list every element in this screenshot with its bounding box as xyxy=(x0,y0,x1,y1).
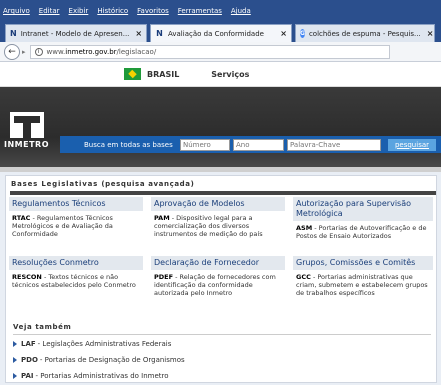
search-label: Busca em todas as bases xyxy=(84,140,173,149)
tab-label: Intranet - Modelo de Apresen... xyxy=(20,29,130,38)
tab-google[interactable]: G colchões de espuma - Pesquis... × xyxy=(295,24,435,42)
column-abbr: PDEF xyxy=(154,273,174,281)
column-head[interactable]: Regulamentos Técnicos xyxy=(9,197,143,211)
intranet-icon: N xyxy=(156,29,163,38)
link-desc: - Portarias Administrativas do Inmetro xyxy=(35,372,169,380)
url-prefix: www. xyxy=(46,47,66,56)
menu-historico[interactable]: Histórico xyxy=(97,7,128,15)
numero-input[interactable] xyxy=(180,138,230,151)
arrow-right-icon xyxy=(13,341,17,347)
brazil-flag-icon xyxy=(124,68,141,80)
back-arrow-icon: ← xyxy=(8,46,16,57)
column-desc: - Relação de fornecedores com identifica… xyxy=(154,273,276,297)
column-body[interactable]: ASM - Portarias de Autoverificação e de … xyxy=(293,221,433,243)
google-icon: G xyxy=(300,29,305,38)
site-header: INMETRO Busca em todas as bases pesquisa… xyxy=(0,87,441,172)
column-desc: - Portarias de Autoverificação e de Post… xyxy=(296,224,427,240)
tab-label: colchões de espuma - Pesquis... xyxy=(308,29,421,38)
link-abbr: PAI xyxy=(21,372,34,380)
column-body[interactable]: RTAC - Regulamentos Técnicos Metrológico… xyxy=(9,211,143,241)
menu-arquivo[interactable]: Arquivo xyxy=(3,7,30,15)
arrow-right-icon xyxy=(13,357,17,363)
header-divider xyxy=(0,167,441,172)
link-abbr: PDO xyxy=(21,356,38,364)
column-abbr: GCC xyxy=(296,273,311,281)
link-laf[interactable]: LAF - Legislações Administrativas Federa… xyxy=(13,340,171,348)
keyword-input[interactable] xyxy=(287,138,381,151)
column-desc: - Dispositivo legal para a comercializaç… xyxy=(154,214,263,238)
url-path: /legislacao/ xyxy=(116,47,157,56)
bases-title-text: Bases Legislativas xyxy=(11,180,99,188)
close-icon[interactable]: × xyxy=(274,29,287,38)
browser-menubar: Arquivo Editar Exibir Histórico Favorito… xyxy=(0,0,441,22)
tab-label: Avaliação da Conformidade xyxy=(168,29,264,38)
brasil-link[interactable]: BRASIL xyxy=(147,70,179,79)
link-pai[interactable]: PAI - Portarias Administrativas do Inmet… xyxy=(13,372,169,380)
forward-icon[interactable]: ▸ xyxy=(22,48,26,56)
column-desc: - Portarias administrativas que criam, s… xyxy=(296,273,428,297)
tab-intranet[interactable]: N Intranet - Modelo de Apresen... × xyxy=(5,24,147,42)
column-autorizacao: Autorização para Supervisão Metrológica … xyxy=(293,197,433,243)
search-button[interactable]: pesquisar xyxy=(388,138,436,151)
menu-ajuda[interactable]: Ajuda xyxy=(231,7,251,15)
link-desc: - Portarias de Designação de Organismos xyxy=(39,356,185,364)
address-row: ← ▸ i www. inmetro.gov.br/legislacao/ xyxy=(0,42,441,62)
url-host: inmetro.gov.br xyxy=(65,47,117,56)
veja-tambem-title: Veja também xyxy=(13,323,72,331)
column-head[interactable]: Aprovação de Modelos xyxy=(151,197,285,211)
column-head[interactable]: Autorização para Supervisão Metrológica xyxy=(293,197,433,221)
inmetro-logo-icon[interactable] xyxy=(10,112,44,138)
bases-subtitle-link[interactable]: (pesquisa avançada) xyxy=(101,180,194,188)
browser-tabbar: N Intranet - Modelo de Apresen... × N Av… xyxy=(0,22,441,42)
menu-ferramentas[interactable]: Ferramentas xyxy=(178,7,222,15)
search-bar: Busca em todas as bases pesquisar xyxy=(60,136,441,153)
close-icon[interactable]: × xyxy=(421,29,434,38)
column-head[interactable]: Grupos, Comissões e Comitês xyxy=(293,256,433,270)
column-body[interactable]: PDEF - Relação de fornecedores com ident… xyxy=(151,270,285,300)
bases-title: Bases Legislativas (pesquisa avançada) xyxy=(11,180,194,188)
legislation-card: Bases Legislativas (pesquisa avançada) R… xyxy=(5,175,437,383)
column-head[interactable]: Resoluções Conmetro xyxy=(9,256,143,270)
column-declaracao: Declaração de Fornecedor PDEF - Relação … xyxy=(151,256,285,300)
column-head[interactable]: Declaração de Fornecedor xyxy=(151,256,285,270)
column-body[interactable]: PAM - Dispositivo legal para a comercial… xyxy=(151,211,285,241)
menu-exibir[interactable]: Exibir xyxy=(69,7,89,15)
gov-bar: BRASIL Serviços xyxy=(0,62,441,87)
column-regulamentos: Regulamentos Técnicos RTAC - Regulamento… xyxy=(9,197,143,241)
column-abbr: RTAC xyxy=(12,214,31,222)
tab-avaliacao[interactable]: N Avaliação da Conformidade × xyxy=(150,24,292,42)
bases-divider xyxy=(10,191,436,195)
link-pdo[interactable]: PDO - Portarias de Designação de Organis… xyxy=(13,356,185,364)
logo-text: INMETRO xyxy=(4,140,50,149)
close-icon[interactable]: × xyxy=(129,29,142,38)
column-resolucoes: Resoluções Conmetro RESCON - Textos técn… xyxy=(9,256,143,292)
link-abbr: LAF xyxy=(21,340,36,348)
ano-input[interactable] xyxy=(233,138,284,151)
servicos-link[interactable]: Serviços xyxy=(211,70,249,79)
menu-editar[interactable]: Editar xyxy=(39,7,60,15)
veja-divider xyxy=(13,334,431,335)
column-abbr: PAM xyxy=(154,214,170,222)
url-bar[interactable]: i www. inmetro.gov.br/legislacao/ xyxy=(29,44,390,59)
info-icon[interactable]: i xyxy=(34,47,43,56)
arrow-right-icon xyxy=(13,373,17,379)
column-abbr: RESCON xyxy=(12,273,42,281)
column-body[interactable]: GCC - Portarias administrativas que cria… xyxy=(293,270,433,300)
column-grupos: Grupos, Comissões e Comitês GCC - Portar… xyxy=(293,256,433,300)
menu-favoritos[interactable]: Favoritos xyxy=(137,7,169,15)
back-button[interactable]: ← xyxy=(4,43,20,60)
link-desc: - Legislações Administrativas Federais xyxy=(37,340,172,348)
column-aprovacao: Aprovação de Modelos PAM - Dispositivo l… xyxy=(151,197,285,241)
column-abbr: ASM xyxy=(296,224,313,232)
intranet-icon: N xyxy=(10,29,17,38)
column-body[interactable]: RESCON - Textos técnicos e não técnicos … xyxy=(9,270,143,292)
